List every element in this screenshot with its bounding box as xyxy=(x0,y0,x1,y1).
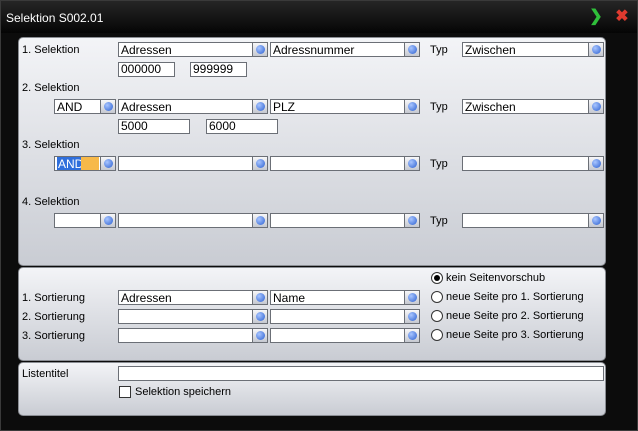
save-selection-label[interactable]: Selektion speichern xyxy=(135,386,231,398)
selection-1-to-input[interactable]: 999999 xyxy=(190,62,247,77)
radio-no-page-break-label[interactable]: kein Seitenvorschub xyxy=(446,272,545,284)
sorting-2-table-combo[interactable] xyxy=(118,309,268,324)
sorting-1-table-combo[interactable]: Adressen xyxy=(118,290,268,305)
list-title-label: Listentitel xyxy=(22,368,69,380)
radio-page-per-sort-1[interactable] xyxy=(431,291,443,303)
list-title-panel: Listentitel Selektion speichern xyxy=(18,362,606,416)
selection-1-table-combo[interactable]: Adressen xyxy=(118,42,268,57)
selection-panel: 1. Selektion Adressen Adressnummer Typ Z… xyxy=(18,37,606,266)
selection-4-field-combo[interactable] xyxy=(270,213,420,228)
selection-1-table-value[interactable]: Adressen xyxy=(118,42,252,57)
confirm-icon[interactable]: ❯ xyxy=(588,9,604,25)
radio-page-per-sort-1-label[interactable]: neue Seite pro 1. Sortierung xyxy=(446,291,584,303)
selection-1-type-combo[interactable]: Zwischen xyxy=(462,42,604,57)
selection-3-type-label: Typ xyxy=(430,158,448,170)
sorting-3-table-value[interactable] xyxy=(118,328,252,343)
dropdown-icon[interactable] xyxy=(100,213,116,228)
dropdown-icon[interactable] xyxy=(252,156,268,171)
selection-3-type-value[interactable] xyxy=(462,156,588,171)
selection-2-to-input[interactable]: 6000 xyxy=(206,119,278,134)
radio-page-per-sort-3[interactable] xyxy=(431,329,443,341)
dropdown-icon[interactable] xyxy=(252,309,268,324)
selection-4-operator-combo[interactable] xyxy=(54,213,116,228)
dropdown-icon[interactable] xyxy=(100,156,116,171)
dropdown-icon[interactable] xyxy=(404,156,420,171)
sorting-3-table-combo[interactable] xyxy=(118,328,268,343)
selection-1-type-value[interactable]: Zwischen xyxy=(462,42,588,57)
selection-1-label: 1. Selektion xyxy=(22,44,80,56)
dropdown-icon[interactable] xyxy=(404,309,420,324)
selection-4-table-combo[interactable] xyxy=(118,213,268,228)
dropdown-icon[interactable] xyxy=(252,328,268,343)
window-title: Selektion S002.01 xyxy=(6,11,104,25)
selection-3-table-value[interactable] xyxy=(118,156,252,171)
selection-4-type-label: Typ xyxy=(430,215,448,227)
dropdown-icon[interactable] xyxy=(252,290,268,305)
selection-4-type-value[interactable] xyxy=(462,213,588,228)
selection-2-type-label: Typ xyxy=(430,101,448,113)
selection-2-operator-value[interactable]: AND xyxy=(54,99,100,114)
sorting-1-table-value[interactable]: Adressen xyxy=(118,290,252,305)
selection-3-operator-combo[interactable]: AND xyxy=(54,156,116,171)
sorting-3-field-combo[interactable] xyxy=(270,328,420,343)
dropdown-icon[interactable] xyxy=(404,42,420,57)
sorting-3-label: 3. Sortierung xyxy=(22,330,85,342)
dropdown-icon[interactable] xyxy=(252,213,268,228)
selection-2-type-value[interactable]: Zwischen xyxy=(462,99,588,114)
selection-2-label: 2. Selektion xyxy=(22,82,80,94)
radio-page-per-sort-2-label[interactable]: neue Seite pro 2. Sortierung xyxy=(446,310,584,322)
dropdown-icon[interactable] xyxy=(588,156,604,171)
dropdown-icon[interactable] xyxy=(404,99,420,114)
selection-1-field-value[interactable]: Adressnummer xyxy=(270,42,404,57)
close-icon[interactable]: ✖ xyxy=(614,9,630,25)
selection-4-field-value[interactable] xyxy=(270,213,404,228)
list-title-input[interactable] xyxy=(118,366,604,381)
selection-2-table-value[interactable]: Adressen xyxy=(118,99,252,114)
caret-highlight xyxy=(81,157,99,170)
dropdown-icon[interactable] xyxy=(100,99,116,114)
sorting-1-field-value[interactable]: Name xyxy=(270,290,404,305)
selection-3-label: 3. Selektion xyxy=(22,139,80,151)
dropdown-icon[interactable] xyxy=(252,42,268,57)
selection-3-type-combo[interactable] xyxy=(462,156,604,171)
selection-4-label: 4. Selektion xyxy=(22,196,80,208)
dropdown-icon[interactable] xyxy=(404,290,420,305)
selection-4-type-combo[interactable] xyxy=(462,213,604,228)
sorting-2-field-value[interactable] xyxy=(270,309,404,324)
radio-page-per-sort-3-label[interactable]: neue Seite pro 3. Sortierung xyxy=(446,329,584,341)
selection-1-field-combo[interactable]: Adressnummer xyxy=(270,42,420,57)
dropdown-icon[interactable] xyxy=(252,99,268,114)
selection-2-type-combo[interactable]: Zwischen xyxy=(462,99,604,114)
sorting-2-field-combo[interactable] xyxy=(270,309,420,324)
sorting-1-field-combo[interactable]: Name xyxy=(270,290,420,305)
selection-4-operator-value[interactable] xyxy=(54,213,100,228)
radio-no-page-break[interactable] xyxy=(431,272,443,284)
selection-1-from-input[interactable]: 000000 xyxy=(118,62,175,77)
selection-3-field-combo[interactable] xyxy=(270,156,420,171)
selection-3-field-value[interactable] xyxy=(270,156,404,171)
save-selection-checkbox[interactable] xyxy=(119,386,131,398)
selection-3-table-combo[interactable] xyxy=(118,156,268,171)
sorting-3-field-value[interactable] xyxy=(270,328,404,343)
sorting-2-table-value[interactable] xyxy=(118,309,252,324)
title-bar: Selektion S002.01 ❯ ✖ xyxy=(1,1,637,33)
sorting-1-label: 1. Sortierung xyxy=(22,292,85,304)
radio-page-per-sort-2[interactable] xyxy=(431,310,443,322)
selection-2-field-combo[interactable]: PLZ xyxy=(270,99,420,114)
dropdown-icon[interactable] xyxy=(588,99,604,114)
dropdown-icon[interactable] xyxy=(588,213,604,228)
selection-2-field-value[interactable]: PLZ xyxy=(270,99,404,114)
selection-2-from-input[interactable]: 5000 xyxy=(118,119,190,134)
selection-2-operator-combo[interactable]: AND xyxy=(54,99,116,114)
sorting-2-label: 2. Sortierung xyxy=(22,311,85,323)
selection-2-table-combo[interactable]: Adressen xyxy=(118,99,268,114)
sorting-panel: 1. Sortierung Adressen Name 2. Sortierun… xyxy=(18,267,606,361)
dropdown-icon[interactable] xyxy=(588,42,604,57)
selection-1-type-label: Typ xyxy=(430,44,448,56)
dropdown-icon[interactable] xyxy=(404,328,420,343)
dropdown-icon[interactable] xyxy=(404,213,420,228)
selection-window: Selektion S002.01 ❯ ✖ 1. Selektion Adres… xyxy=(0,0,638,431)
selection-4-table-value[interactable] xyxy=(118,213,252,228)
